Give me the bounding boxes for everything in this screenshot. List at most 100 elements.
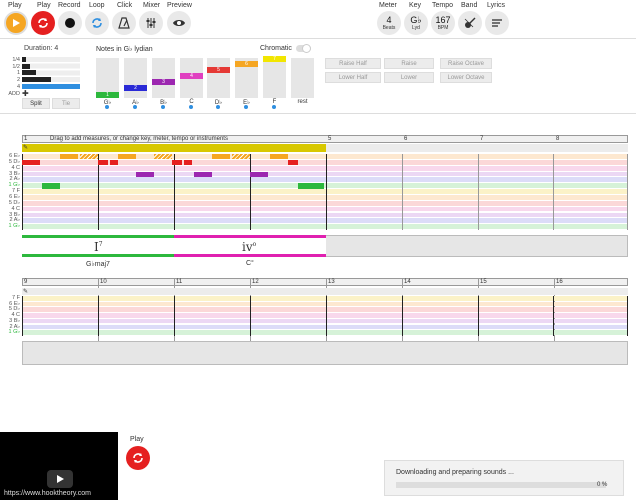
note-button-3[interactable]: 3 [152, 79, 175, 85]
melody-grid[interactable] [22, 154, 628, 230]
lyrics-button[interactable] [485, 11, 509, 35]
chord-block-2[interactable]: ivo [174, 235, 326, 257]
note-button-1[interactable]: 1 [96, 92, 119, 98]
melody-note[interactable] [136, 171, 154, 177]
lower-half-button[interactable]: Lower Half [325, 72, 381, 83]
note-name-1: G♭ [103, 100, 112, 106]
melody-note[interactable] [260, 171, 268, 177]
pencil-icon[interactable]: ✎ [23, 144, 28, 151]
tempo-button[interactable]: 167 BPM [431, 11, 455, 35]
melody-note[interactable] [80, 154, 98, 160]
melody-note[interactable] [212, 154, 230, 160]
band-button[interactable] [458, 11, 482, 35]
note-column-5[interactable] [207, 58, 230, 98]
bottom-play-loop-button[interactable] [126, 446, 150, 470]
metronome-icon [118, 17, 130, 29]
melody-note[interactable] [288, 159, 298, 166]
note-name-7: F [272, 99, 277, 105]
chord-block-1[interactable]: I7 [22, 235, 174, 257]
measure-line [98, 296, 99, 336]
note-column-7[interactable] [263, 58, 286, 98]
melody-note[interactable] [298, 183, 324, 189]
video-player[interactable]: https://www.hooktheory.com [0, 432, 118, 500]
melody-note[interactable] [172, 159, 182, 166]
measure-line [402, 154, 403, 230]
loop-label: Loop [89, 2, 105, 9]
melody-note[interactable] [194, 171, 212, 177]
measure-line [174, 154, 175, 230]
measure-1: 1 [24, 136, 28, 142]
melody-note[interactable] [270, 154, 288, 160]
eye-icon [173, 20, 185, 26]
meter-button[interactable]: 4 Beats [377, 11, 401, 35]
melody-note[interactable] [22, 159, 40, 166]
duration-title: Duration: 4 [24, 45, 59, 52]
measure-line [402, 296, 403, 336]
record-button[interactable] [58, 11, 82, 35]
key-region-bar[interactable] [22, 144, 326, 152]
measure-header-2[interactable] [22, 278, 628, 286]
key-button[interactable]: G♭ Lyd [404, 11, 428, 35]
note-button-6[interactable]: 6 [235, 61, 258, 67]
duration-bar-4-selected [22, 84, 80, 89]
duration-bar-1 [22, 70, 36, 75]
note-dot-4 [189, 105, 193, 109]
melody-note[interactable] [154, 154, 172, 160]
note-button-2[interactable]: 2 [124, 85, 147, 91]
key-region-empty-2[interactable] [22, 288, 628, 295]
note-button-7[interactable]: 7 [263, 56, 286, 62]
note-button-4[interactable]: 4 [180, 73, 203, 79]
grid-row [22, 330, 628, 335]
preview-label: Preview [167, 2, 192, 9]
melody-note[interactable] [110, 159, 118, 166]
melody-note[interactable] [60, 154, 78, 160]
timeline-hint: Drag to add measures, or change key, met… [50, 136, 228, 142]
lower-button[interactable]: Lower [384, 72, 434, 83]
add-plus-icon[interactable]: ✚ [22, 89, 29, 98]
melody-note[interactable] [42, 183, 60, 189]
grid-row [22, 224, 628, 230]
chord-1-roman: I7 [94, 240, 103, 254]
play-button[interactable] [4, 11, 28, 35]
mixer-button[interactable] [139, 11, 163, 35]
preview-button[interactable] [167, 11, 191, 35]
raise-button[interactable]: Raise [384, 58, 434, 69]
split-button[interactable]: Split [22, 98, 50, 109]
grid-row [22, 177, 628, 183]
grid-row [22, 313, 628, 318]
pencil-icon-2[interactable]: ✎ [23, 288, 28, 295]
play-loop-button[interactable] [31, 11, 55, 35]
chromatic-toggle[interactable] [296, 44, 311, 53]
grid-row [22, 154, 628, 159]
chord-track-2[interactable] [22, 341, 628, 365]
video-play-button[interactable] [47, 470, 73, 488]
melody-note[interactable] [250, 171, 260, 177]
note-dot-7 [272, 105, 276, 109]
note-name-4: C [189, 99, 194, 105]
lower-octave-button[interactable]: Lower Octave [440, 72, 492, 83]
key-region-empty[interactable] [326, 144, 628, 152]
raise-half-button[interactable]: Raise Half [325, 58, 381, 69]
melody-grid-2[interactable] [22, 296, 628, 336]
note-column-3[interactable] [152, 58, 175, 98]
melody-note[interactable] [184, 159, 192, 166]
melody-note[interactable] [232, 154, 250, 160]
loop-button[interactable] [85, 11, 109, 35]
grid-row [22, 200, 628, 206]
tempo-sub: BPM [437, 24, 449, 31]
tie-button[interactable]: Tie [52, 98, 80, 109]
measure-line [627, 154, 628, 230]
record-icon [65, 18, 75, 28]
note-column-8[interactable] [291, 58, 314, 98]
raise-octave-button[interactable]: Raise Octave [440, 58, 492, 69]
row-label: 1 G♭ [8, 223, 20, 230]
note-column-2[interactable] [124, 58, 147, 98]
grid-row [22, 318, 628, 324]
click-label: Click [117, 2, 133, 9]
tempo-label: Tempo [432, 2, 454, 9]
click-button[interactable] [112, 11, 136, 35]
melody-note[interactable] [118, 154, 136, 160]
add-label: ADD [8, 91, 20, 97]
note-button-5[interactable]: 5 [207, 67, 230, 73]
melody-note[interactable] [98, 159, 108, 166]
